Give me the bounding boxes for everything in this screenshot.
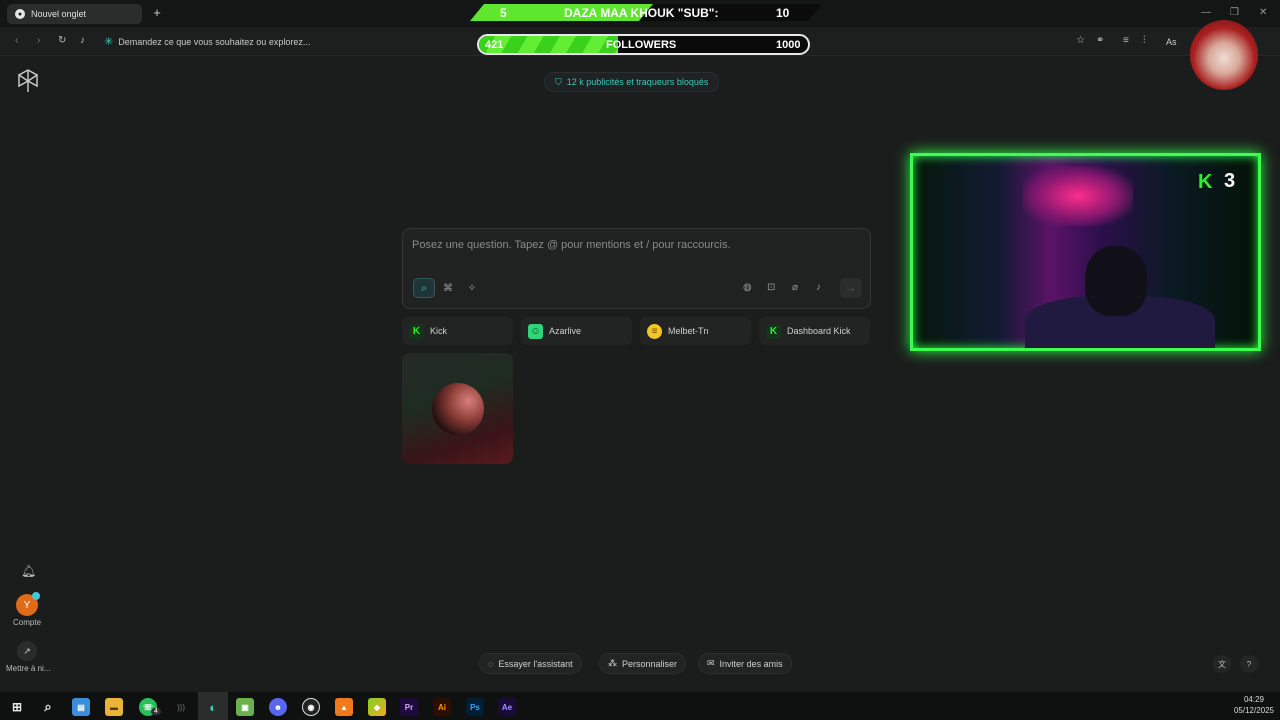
perplexity-logo-icon[interactable] [16,69,40,93]
kick-viewer-badge: K 3 [1198,170,1235,193]
try-assistant-button[interactable]: ◌ Essayer l'assistant [479,653,582,674]
discord-icon[interactable]: ☻ [269,698,287,716]
shortcut-kick[interactable]: K Kick [402,317,513,345]
back-icon[interactable]: ‹ [15,35,18,46]
personalize-label: Personnaliser [622,658,678,669]
perplexity-icon: ✳ [104,36,114,48]
link-icon[interactable]: ⚭ [1096,35,1104,46]
wifi-icon[interactable]: ))) [172,698,190,716]
try-assistant-label: Essayer l'assistant [498,658,573,669]
taskbar-clock[interactable]: 04:29 05/12/2025 [1226,694,1274,716]
bookmark-star-icon[interactable]: ☆ [1076,35,1085,46]
taskbar: ⊞ ⌕ ▤ ▬ ☏ 4 ))) ◐ ▣ ☻ ◉ ▲ ◆ Pr Ai Ps Ae [0,691,1280,720]
microphone-icon[interactable]: ♪ [80,35,85,46]
followers-target: 1000 [776,39,801,51]
whatsapp-badge: 4 [151,708,161,715]
labs-mode-icon[interactable]: ✧ [461,278,483,298]
new-tab-button[interactable]: + [150,5,164,20]
ad-block-badge[interactable]: ⛉ 12 k publicités et traqueurs bloqués [544,72,720,92]
status-dot [32,592,40,600]
help-button[interactable]: ? [1240,655,1258,673]
webcam-light [1023,166,1133,226]
ask-box: ⌕ ⌘ ✧ ◍ ⊡ ⌀ ♪ → [402,228,871,309]
search-icon[interactable]: ⌕ [39,698,57,716]
clock-date: 05/12/2025 [1233,706,1274,715]
sub-goal-bar: 5 DAZA MAA KHOUK "SUB": 10 [470,4,822,21]
followers-label: FOLLOWERS [606,39,677,51]
shortcut-label: Melbet-Tn [668,326,709,336]
shortcut-melbet[interactable]: ≡ Melbet-Tn [640,317,751,345]
model-chip-icon[interactable]: ⊡ [767,282,775,293]
ask-input[interactable] [412,239,852,251]
notification-bell-icon[interactable]: 🔔︎ [21,564,36,578]
shield-icon: ⛉ [555,76,562,87]
melbet-icon: ≡ [647,323,662,339]
invite-friends-button[interactable]: ✉ Inviter des amis [698,653,792,674]
invite-label: Inviter des amis [719,658,783,669]
address-placeholder: Demandez ce que vous souhaitez ou explor… [118,36,311,47]
android-icon[interactable]: ▣ [236,698,254,716]
shortcut-label: Kick [430,326,448,336]
mail-icon: ✉ [707,658,715,668]
update-arrow-icon[interactable]: ↗ [17,641,37,661]
search-mode-icon[interactable]: ⌕ [413,278,435,298]
streamer-logo-image [1190,20,1258,90]
account-label[interactable]: Compte [13,618,41,627]
audio-wave-icon[interactable]: ⫶ [1143,35,1146,46]
after-effects-icon[interactable]: Ae [498,698,516,716]
sub-goal-target: 10 [776,6,790,20]
sub-goal-current: 5 [500,6,507,20]
kick-logo-icon: K [1198,170,1213,193]
personalize-button[interactable]: ⁂ Personnaliser [599,653,687,674]
assistant-icon: ◌ [488,658,494,669]
address-bar[interactable]: ✳ Demandez ce que vous souhaitez ou expl… [104,35,310,48]
sub-goal-label: DAZA MAA KHOUK "SUB": [564,6,719,20]
menu-lines-icon[interactable]: ≡ [1123,35,1129,46]
premiere-icon[interactable]: Pr [400,698,418,716]
browser-icon[interactable]: ◐ [204,698,222,716]
globe-icon[interactable]: ◍ [743,282,752,293]
attach-icon[interactable]: ⌀ [792,282,798,293]
photoshop-icon[interactable]: Ps [466,698,484,716]
files-icon[interactable]: ▤ [72,698,90,716]
planet-image [432,383,484,435]
update-label[interactable]: Mettre à ni... [6,664,50,673]
explorer-icon[interactable]: ▬ [105,698,123,716]
kick-viewer-count: 3 [1224,170,1236,192]
kick-icon: K [766,323,781,339]
wallpaper-thumbnail[interactable] [402,353,513,464]
clock-time: 04:29 [1243,695,1265,704]
send-arrow-icon[interactable]: → [840,278,862,298]
bluestacks-icon[interactable]: ◆ [368,698,386,716]
followers-current: 421 [485,39,504,51]
assistant-button[interactable]: As [1166,37,1177,47]
windows-start-icon[interactable]: ⊞ [8,698,26,716]
azarlive-icon: ☺ [528,323,543,339]
webcam-person-head [1085,246,1147,316]
reload-icon[interactable]: ↻ [58,35,66,46]
tab-new-tab[interactable]: ● Nouvel onglet [7,4,142,24]
followers-goal-bar: 421 FOLLOWERS 1000 [477,34,810,55]
browser-logo-icon: ● [15,9,25,19]
grid-icon: ⁂ [608,658,617,668]
close-icon[interactable]: ✕ [1259,7,1267,18]
shortcut-azarlive[interactable]: ☺ Azarlive [521,317,632,345]
minimize-icon[interactable]: — [1201,7,1211,18]
obs-icon[interactable]: ◉ [302,698,320,716]
forward-icon[interactable]: › [37,35,40,46]
shortcut-label: Azarlive [549,326,582,336]
tab-title: Nouvel onglet [31,9,87,19]
maximize-icon[interactable]: ❐ [1230,7,1239,18]
research-mode-icon[interactable]: ⌘ [437,278,459,298]
ad-block-text: 12 k publicités et traqueurs bloqués [566,77,709,87]
vlc-icon[interactable]: ▲ [335,698,353,716]
shortcut-label: Dashboard Kick [787,326,851,336]
kick-icon: K [409,323,424,339]
shortcut-dashboard-kick[interactable]: K Dashboard Kick [759,317,870,345]
illustrator-icon[interactable]: Ai [433,698,451,716]
microphone-input-icon[interactable]: ♪ [816,282,821,293]
language-icon[interactable]: 文 [1213,655,1231,673]
